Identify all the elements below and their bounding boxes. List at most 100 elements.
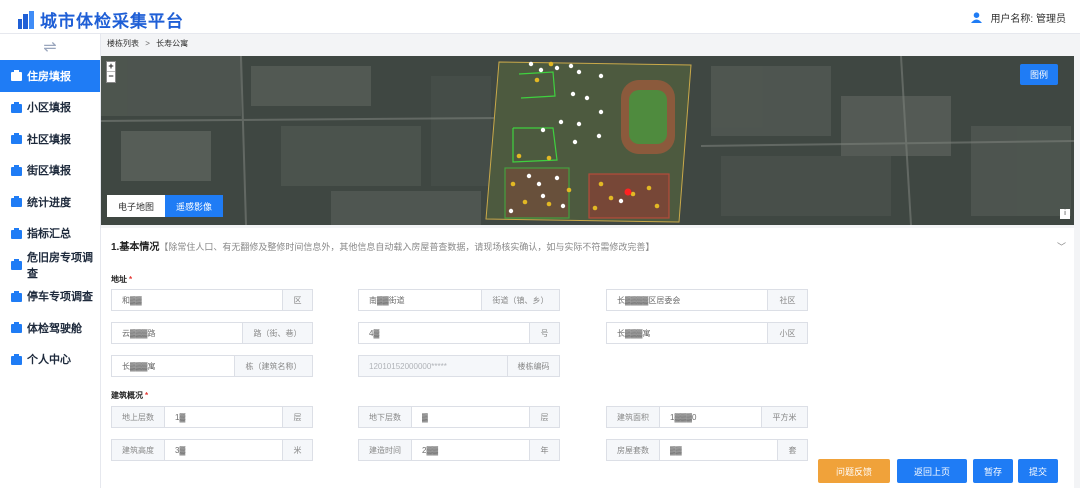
- save-draft-button[interactable]: 暂存: [973, 459, 1013, 483]
- build-year-prefix: 建造时间: [359, 440, 412, 460]
- hourglass-icon: [10, 195, 23, 208]
- estate-suffix: 小区: [767, 323, 807, 343]
- section-note: 【除常住人口、有无翻修及整修时间信息外，其他信息自动载入房屋普查数据，请现场核实…: [159, 242, 655, 252]
- unit-count-value: ▓▓: [670, 445, 682, 455]
- zoom-control: + −: [106, 61, 116, 83]
- sidebar-item[interactable]: 街区填报: [0, 155, 100, 187]
- house-number-suffix: 号: [529, 323, 559, 343]
- floor-area-prefix: 建筑面积: [607, 407, 660, 427]
- building-code-suffix: 楼栋编码: [507, 356, 559, 376]
- road-field[interactable]: 云▓▓▓路 路（街、巷）: [111, 322, 313, 344]
- sidebar-item-label: 街区填报: [27, 165, 71, 178]
- floors-above-suffix: 层: [282, 407, 312, 427]
- floors-below-value: ▓: [422, 412, 428, 422]
- sidebar-item-label: 住房填报: [27, 70, 71, 83]
- community-icon: [10, 132, 23, 145]
- sidebar-item[interactable]: 指标汇总: [0, 218, 100, 250]
- street-field[interactable]: 南▓▓街道 街道（镇、乡）: [358, 289, 560, 311]
- floors-below-suffix: 层: [529, 407, 559, 427]
- breadcrumb-current: 长寿公寓: [156, 39, 189, 48]
- sidebar-item[interactable]: 危旧房专项调查: [0, 249, 100, 281]
- user-info[interactable]: 用户名称: 管理员: [971, 10, 1066, 25]
- city-logo-icon: [18, 10, 34, 29]
- building-height-suffix: 米: [282, 440, 312, 460]
- feedback-button[interactable]: 问题反馈: [818, 459, 890, 483]
- road-suffix: 路（街、巷）: [242, 323, 312, 343]
- street-suffix: 街道（镇、乡）: [481, 290, 559, 310]
- building-height-value: 3▓: [175, 445, 186, 455]
- floors-above-field[interactable]: 地上层数 1▓ 层: [111, 406, 313, 428]
- breadcrumb-root[interactable]: 楼栋列表: [107, 39, 139, 48]
- swap-icon: ⇌: [43, 39, 57, 56]
- district-value: 和▓▓: [122, 295, 142, 305]
- sidebar-collapse-button[interactable]: ⇌: [0, 34, 100, 60]
- sidebar-item-label: 停车专项调查: [27, 291, 93, 304]
- breadcrumb: 楼栋列表 > 长寿公寓: [107, 38, 188, 49]
- basic-info-panel: 1.基本情况【除常住人口、有无翻修及整修时间信息外，其他信息自动载入房屋普查数据…: [101, 228, 1074, 488]
- app-title: 城市体检采集平台: [40, 12, 184, 31]
- user-icon: [10, 353, 23, 366]
- section-title: 1.基本情况【除常住人口、有无翻修及整修时间信息外，其他信息自动载入房屋普查数据…: [111, 238, 654, 253]
- satellite-map[interactable]: + − 图例 电子地图 遥感影像 i: [101, 56, 1074, 225]
- floor-area-suffix: 平方米: [761, 407, 807, 427]
- unit-count-field[interactable]: 房屋套数 ▓▓ 套: [606, 439, 808, 461]
- sidebar: ⇌ 住房填报小区填报社区填报街区填报统计进度指标汇总危旧房专项调查停车专项调查体…: [0, 34, 101, 488]
- building-height-field[interactable]: 建筑高度 3▓ 米: [111, 439, 313, 461]
- community-field[interactable]: 长▓▓▓▓区居委会 社区: [606, 289, 808, 311]
- building-name-suffix: 栋（建筑名称）: [234, 356, 312, 376]
- home-alert-icon: [10, 258, 23, 271]
- build-year-field[interactable]: 建造时间 2▓▓ 年: [358, 439, 560, 461]
- floor-area-field[interactable]: 建筑面积 1▓▓▓0 平方米: [606, 406, 808, 428]
- building-height-prefix: 建筑高度: [112, 440, 165, 460]
- building-name-value: 长▓▓▓寓: [122, 361, 156, 371]
- overview-label-text: 建筑概况: [111, 391, 143, 400]
- map-type-toggle: 电子地图 遥感影像: [107, 195, 224, 217]
- address-label-text: 地址: [111, 275, 127, 284]
- unit-count-prefix: 房屋套数: [607, 440, 660, 460]
- submit-button[interactable]: 提交: [1018, 459, 1058, 483]
- building-icon: [10, 101, 23, 114]
- building-name-field[interactable]: 长▓▓▓寓 栋（建筑名称）: [111, 355, 313, 377]
- floors-below-field[interactable]: 地下层数 ▓ 层: [358, 406, 560, 428]
- user-icon: [971, 12, 983, 23]
- electronic-map-tab[interactable]: 电子地图: [107, 195, 166, 217]
- required-mark: *: [129, 275, 133, 284]
- community-suffix: 社区: [767, 290, 807, 310]
- sidebar-item[interactable]: 住房填报: [0, 60, 100, 92]
- map-imagery: [101, 56, 1074, 225]
- satellite-tab[interactable]: 遥感影像: [165, 195, 224, 217]
- building-code-field[interactable]: 12010152000000***** 楼栋编码: [358, 355, 560, 377]
- back-button[interactable]: 返回上页: [897, 459, 967, 483]
- app-logo: 城市体检采集平台: [18, 7, 184, 32]
- floors-below-prefix: 地下层数: [359, 407, 412, 427]
- community-value: 长▓▓▓▓区居委会: [617, 295, 681, 305]
- sidebar-item[interactable]: 社区填报: [0, 123, 100, 155]
- sidebar-item[interactable]: 个人中心: [0, 344, 100, 376]
- sidebar-item-label: 危旧房专项调查: [27, 251, 93, 280]
- sidebar-item-label: 个人中心: [27, 354, 71, 367]
- map-info-button[interactable]: i: [1060, 209, 1070, 219]
- floors-above-prefix: 地上层数: [112, 407, 165, 427]
- sidebar-item[interactable]: 停车专项调查: [0, 281, 100, 313]
- sidebar-item[interactable]: 小区填报: [0, 92, 100, 124]
- district-field[interactable]: 和▓▓ 区: [111, 289, 313, 311]
- unit-count-suffix: 套: [777, 440, 807, 460]
- legend-button[interactable]: 图例: [1020, 64, 1058, 85]
- sidebar-item-label: 指标汇总: [27, 228, 71, 241]
- user-name-label: 用户名称: 管理员: [990, 14, 1066, 25]
- chevron-down-icon[interactable]: ﹀: [1057, 240, 1066, 253]
- zoom-out-button[interactable]: −: [107, 72, 115, 82]
- build-year-suffix: 年: [529, 440, 559, 460]
- breadcrumb-separator: >: [145, 39, 150, 48]
- top-header: 城市体检采集平台 用户名称: 管理员: [0, 0, 1080, 34]
- chart-icon: [10, 227, 23, 240]
- sidebar-item-label: 小区填报: [27, 102, 71, 115]
- sidebar-item-label: 统计进度: [27, 196, 71, 209]
- estate-field[interactable]: 长▓▓▓寓 小区: [606, 322, 808, 344]
- house-number-field[interactable]: 4▓ 号: [358, 322, 560, 344]
- building-code-placeholder: 12010152000000*****: [369, 361, 447, 371]
- district-suffix: 区: [282, 290, 312, 310]
- parking-icon: [10, 290, 23, 303]
- sidebar-item[interactable]: 体检驾驶舱: [0, 312, 100, 344]
- sidebar-item[interactable]: 统计进度: [0, 186, 100, 218]
